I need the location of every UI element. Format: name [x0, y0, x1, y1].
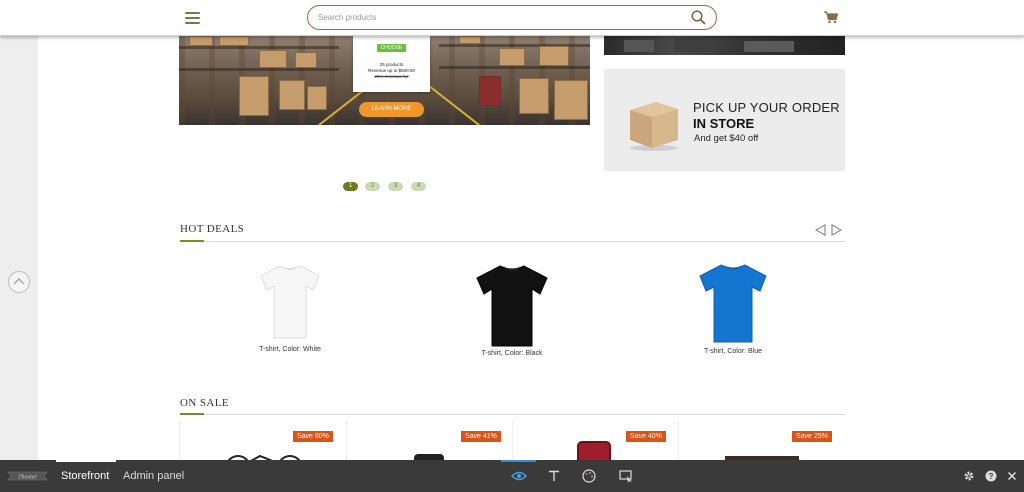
hot-deals-accent [180, 240, 204, 242]
active-tab-indicator [56, 460, 116, 462]
pickup-promo[interactable]: PICK UP YOUR ORDER IN STORE And get $40 … [604, 69, 845, 171]
svg-text:Theater: Theater [18, 474, 37, 480]
chevron-up-icon [13, 278, 25, 285]
tshirt-blue-image [699, 264, 767, 343]
page-dot-3[interactable]: 3 [388, 182, 403, 191]
sale-card-phone[interactable]: Save 41% [346, 420, 512, 460]
help-icon[interactable]: ? [985, 470, 997, 482]
cardboard-box-icon [630, 102, 678, 151]
left-gutter [0, 36, 38, 460]
select-layout-icon[interactable] [619, 470, 633, 483]
carousel-arrows [815, 224, 843, 236]
search-input[interactable] [318, 10, 678, 25]
menu-icon[interactable] [185, 12, 200, 24]
page-dot-4[interactable]: 4 [411, 182, 426, 191]
tshirt-white-image [260, 265, 320, 339]
eye-icon[interactable] [511, 470, 527, 482]
sale-card-bicycle[interactable]: Save 80% [179, 420, 345, 460]
arrow-left-icon[interactable] [815, 224, 826, 236]
tshirt-black-image [476, 265, 548, 347]
tab-admin-panel[interactable]: Admin panel [123, 470, 184, 482]
save-badge: Save 25% [792, 431, 832, 442]
sale-card-player[interactable]: Save 40% [512, 420, 678, 460]
product-name[interactable]: T-shirt, Color: Blue [653, 348, 813, 355]
preview-indicator [501, 460, 536, 462]
arrow-right-icon[interactable] [831, 224, 843, 236]
page-dot-2[interactable]: 2 [365, 182, 380, 191]
save-badge: Save 41% [461, 431, 501, 442]
text-edit-icon[interactable] [548, 470, 560, 482]
gear-icon[interactable] [963, 470, 975, 482]
on-sale-divider [180, 414, 845, 415]
tab-storefront[interactable]: Storefront [61, 470, 109, 482]
hot-deals-divider [180, 241, 845, 242]
pickup-in-store: IN STORE [693, 116, 755, 131]
on-sale-title: ON SALE [180, 397, 229, 409]
scroll-up-button[interactable] [8, 271, 30, 293]
svg-text:?: ? [989, 472, 994, 481]
product-card-white[interactable]: T-shirt, Color: White [210, 262, 370, 353]
sale-card-tv[interactable]: Save 25% [678, 420, 844, 460]
on-sale-accent [180, 413, 204, 415]
cart-icon[interactable] [824, 11, 838, 24]
product-card-black[interactable]: T-shirt, Color: Black [432, 262, 592, 357]
warehouse-side-image [604, 36, 845, 55]
pickup-title: PICK UP YOUR ORDER [693, 100, 840, 115]
save-badge: Save 80% [293, 431, 333, 442]
search-bar [307, 5, 717, 30]
learn-more-button[interactable]: LEARN MORE [359, 102, 424, 117]
theater-logo: Theater [7, 471, 48, 481]
save-badge: Save 40% [626, 431, 666, 442]
promo-line-increase: 25% Increase for [374, 74, 409, 79]
product-name[interactable]: T-shirt, Color: Black [432, 350, 592, 357]
product-card-blue[interactable]: T-shirt, Color: Blue [653, 262, 813, 355]
pickup-discount: And get $40 off [694, 133, 759, 144]
close-icon[interactable] [1007, 471, 1017, 481]
theme-palette-icon[interactable] [582, 469, 596, 483]
site-header [0, 0, 1024, 36]
promo-card: CHOOSE 25 products Revenue up to $500.00… [353, 36, 430, 92]
search-icon[interactable] [691, 10, 706, 25]
choose-badge: CHOOSE [376, 44, 407, 52]
hot-deals-title: HOT DEALS [180, 223, 245, 235]
media-player-image [577, 441, 611, 460]
editor-toolbar: Theater Storefront Admin panel ? [0, 460, 1024, 492]
product-name[interactable]: T-shirt, Color: White [210, 346, 370, 353]
page-dot-1[interactable]: 1 [343, 182, 358, 191]
